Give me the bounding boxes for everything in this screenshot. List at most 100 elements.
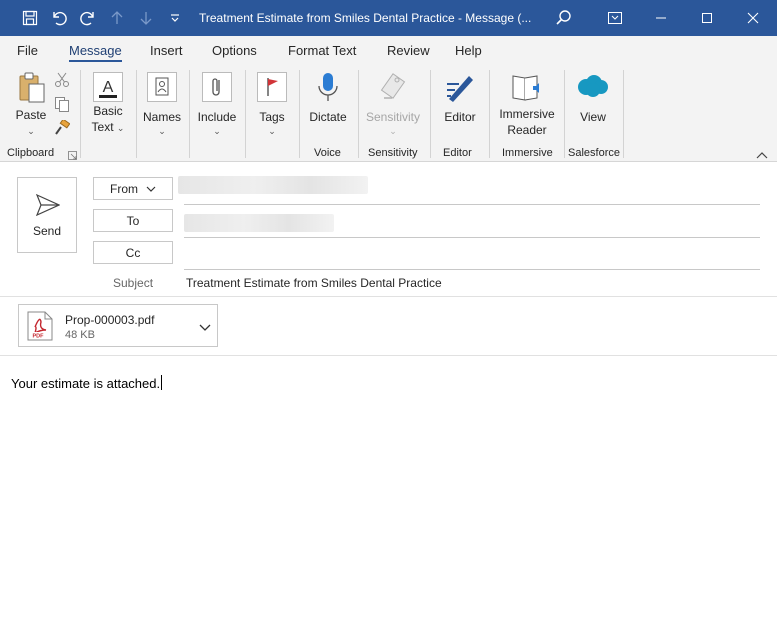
paste-label: Paste: [15, 108, 47, 122]
format-painter-icon[interactable]: [54, 118, 71, 136]
cc-button[interactable]: Cc: [93, 241, 173, 264]
down-arrow-icon[interactable]: [136, 8, 156, 28]
ribbon: Paste ⌄ Clipboard A Basic Text ⌄ Names ⌄: [0, 64, 777, 162]
attachment-card[interactable]: PDF Prop-000003.pdf 48 KB: [18, 304, 218, 347]
ribbon-separator: [430, 70, 431, 158]
send-label: Send: [32, 224, 62, 238]
ribbon-separator: [189, 70, 190, 158]
ribbon-tabs: File Message Insert Options Format Text …: [0, 36, 777, 64]
close-icon[interactable]: [730, 0, 776, 36]
chevron-down-icon: ⌄: [268, 126, 276, 136]
subject-field[interactable]: Treatment Estimate from Smiles Dental Pr…: [186, 276, 442, 290]
attachment-size: 48 KB: [65, 329, 95, 341]
dictate-label: Dictate: [309, 110, 347, 124]
search-icon[interactable]: [546, 5, 582, 31]
names-label: Names: [142, 110, 181, 124]
tab-options[interactable]: Options: [212, 43, 257, 58]
from-underline: [184, 204, 760, 205]
sensitivity-label: Sensitivity: [365, 110, 421, 124]
svg-text:A: A: [103, 79, 114, 96]
copy-icon[interactable]: [54, 96, 70, 112]
dictate-button[interactable]: Dictate: [304, 70, 352, 140]
redo-icon[interactable]: [78, 8, 98, 28]
from-address-redacted: [178, 176, 368, 194]
ribbon-separator: [623, 70, 624, 158]
ribbon-display-options-icon[interactable]: [592, 0, 638, 36]
group-voice: Voice: [314, 147, 341, 159]
cut-icon[interactable]: [54, 72, 70, 88]
group-immersive: Immersive: [502, 147, 553, 159]
collapse-ribbon-icon[interactable]: [756, 148, 768, 159]
dialog-launcher-icon[interactable]: [68, 149, 77, 160]
window-title: Treatment Estimate from Smiles Dental Pr…: [199, 11, 532, 25]
group-sensitivity: Sensitivity: [368, 147, 418, 159]
to-field[interactable]: [184, 237, 760, 238]
tab-file[interactable]: File: [17, 43, 38, 58]
salesforce-view-button[interactable]: View: [570, 70, 616, 140]
attachment-divider: [0, 355, 777, 356]
cc-label: Cc: [125, 245, 141, 260]
tab-insert[interactable]: Insert: [150, 43, 183, 58]
pdf-file-icon: PDF: [27, 311, 53, 341]
names-button[interactable]: Names ⌄: [140, 70, 184, 140]
subject-label: Subject: [113, 276, 154, 290]
group-editor: Editor: [443, 147, 472, 159]
ribbon-separator: [358, 70, 359, 158]
chevron-down-icon: [146, 186, 156, 192]
tab-message[interactable]: Message: [69, 43, 122, 58]
ribbon-separator: [564, 70, 565, 158]
minimize-icon[interactable]: [638, 0, 684, 36]
chevron-down-icon: ⌄: [213, 126, 221, 136]
group-salesforce: Salesforce: [568, 147, 620, 159]
message-body[interactable]: Your estimate is attached.: [11, 375, 163, 391]
title-bar: Treatment Estimate from Smiles Dental Pr…: [0, 0, 777, 36]
chevron-down-icon: ⌄: [158, 126, 166, 136]
attachment-options-chevron-icon[interactable]: [199, 321, 211, 331]
ribbon-separator: [136, 70, 137, 158]
message-body-text: Your estimate is attached.: [11, 376, 161, 391]
tab-format-text[interactable]: Format Text: [288, 43, 356, 58]
editor-button[interactable]: Editor: [436, 70, 484, 140]
basic-text-label-1: Basic: [93, 104, 123, 118]
include-button[interactable]: Include ⌄: [194, 70, 240, 140]
pdf-type-label: PDF: [33, 334, 45, 340]
cc-field[interactable]: [184, 269, 760, 270]
to-button[interactable]: To: [93, 209, 173, 232]
maximize-icon[interactable]: [684, 0, 730, 36]
include-label: Include: [197, 110, 237, 124]
tags-button[interactable]: Tags ⌄: [250, 70, 294, 140]
attachment-name: Prop-000003.pdf: [65, 313, 155, 327]
immersive-label-1: Immersive: [499, 107, 555, 121]
immersive-label-2: Reader: [507, 123, 547, 137]
chevron-down-icon: ⌄: [389, 126, 397, 136]
save-icon[interactable]: [20, 8, 40, 28]
undo-icon[interactable]: [49, 8, 69, 28]
immersive-reader-button[interactable]: Immersive Reader: [494, 70, 560, 140]
customize-toolbar-icon[interactable]: [165, 8, 185, 28]
view-label: View: [580, 110, 606, 124]
to-recipient-redacted: [184, 214, 334, 232]
tab-help[interactable]: Help: [455, 43, 482, 58]
active-tab-indicator: [69, 60, 122, 62]
from-label: From: [110, 181, 138, 196]
ribbon-separator: [80, 70, 81, 158]
text-cursor: [161, 375, 163, 390]
ribbon-separator: [489, 70, 490, 158]
paste-button[interactable]: Paste ⌄: [10, 70, 52, 140]
chevron-down-icon: ⌄: [27, 126, 35, 136]
editor-label: Editor: [444, 110, 476, 124]
send-icon: [36, 194, 60, 216]
group-clipboard: Clipboard: [7, 147, 55, 159]
from-button[interactable]: From: [93, 177, 173, 200]
ribbon-separator: [245, 70, 246, 158]
header-divider: [0, 296, 777, 297]
sensitivity-button[interactable]: Sensitivity ⌄: [362, 70, 424, 140]
basic-text-button[interactable]: A Basic Text ⌄: [86, 70, 130, 140]
ribbon-separator: [299, 70, 300, 158]
tab-review[interactable]: Review: [387, 43, 430, 58]
tags-label: Tags: [259, 110, 285, 124]
send-button[interactable]: Send: [17, 177, 77, 253]
to-label: To: [126, 213, 140, 228]
basic-text-label-2: Text ⌄: [91, 120, 125, 134]
up-arrow-icon[interactable]: [107, 8, 127, 28]
